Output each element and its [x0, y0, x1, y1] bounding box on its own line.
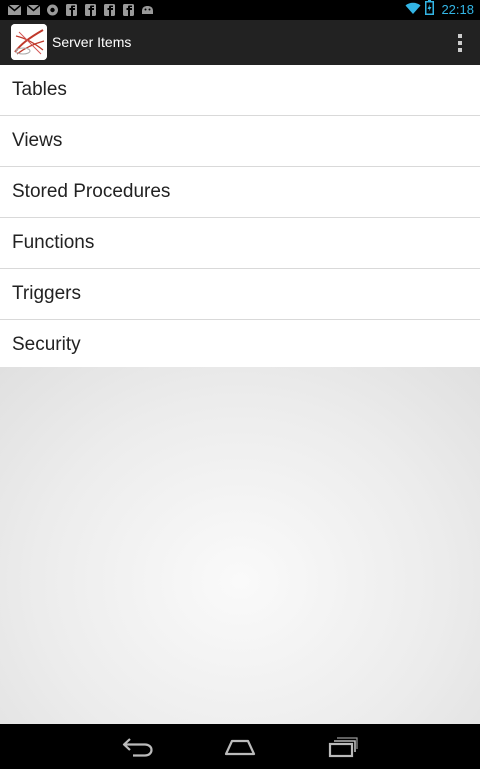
facebook-icon — [122, 3, 135, 16]
overflow-menu-button[interactable] — [454, 33, 466, 53]
list-item-functions[interactable]: Functions — [0, 218, 480, 269]
list-item-stored-procedures[interactable]: Stored Procedures — [0, 167, 480, 218]
recent-apps-button[interactable] — [325, 735, 359, 759]
home-icon — [224, 739, 256, 756]
list-item-security[interactable]: Security — [0, 320, 480, 370]
list-item-triggers[interactable]: Triggers — [0, 269, 480, 320]
list-item-tables[interactable]: Tables — [0, 65, 480, 116]
facebook-icon — [65, 3, 78, 16]
gmail-icon — [7, 3, 22, 15]
clock: 22:18 — [441, 2, 474, 17]
app-icon[interactable] — [11, 24, 47, 60]
notification-icon — [46, 3, 59, 16]
android-icon — [141, 3, 154, 15]
back-icon — [122, 738, 153, 757]
facebook-icon — [84, 3, 97, 16]
status-indicators: 22:18 — [405, 0, 474, 20]
gmail-icon — [26, 3, 41, 15]
content-background — [0, 367, 480, 724]
notification-icons — [7, 3, 154, 16]
wifi-icon — [405, 1, 421, 20]
home-button[interactable] — [223, 735, 257, 759]
battery-icon — [425, 0, 435, 20]
back-button[interactable] — [121, 735, 155, 759]
app-title: Server Items — [52, 34, 132, 50]
server-items-list: Tables Views Stored Procedures Functions… — [0, 65, 480, 370]
action-bar: Server Items — [0, 20, 480, 65]
status-bar: 22:18 — [0, 0, 480, 20]
more-vert-icon — [458, 34, 462, 52]
navigation-bar — [0, 724, 480, 769]
facebook-icon — [103, 3, 116, 16]
recent-apps-icon — [328, 737, 358, 758]
list-item-views[interactable]: Views — [0, 116, 480, 167]
